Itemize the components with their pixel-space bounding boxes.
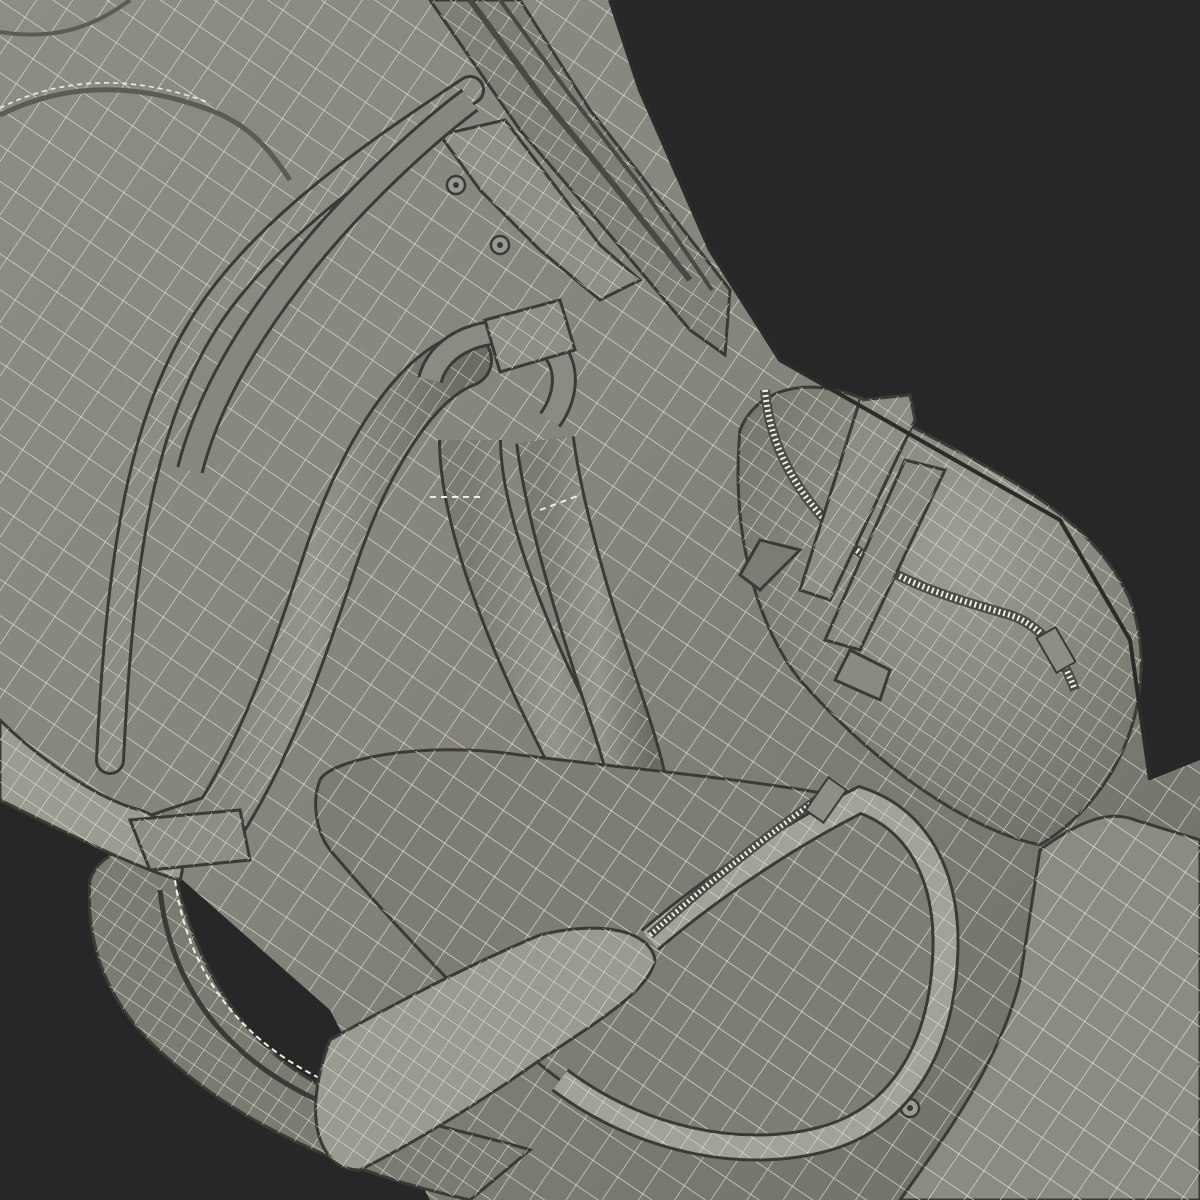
strap-joint <box>127 808 252 872</box>
rivet-icon <box>489 234 511 256</box>
render-viewport <box>0 0 1200 1200</box>
golf-bag-wireframe-render <box>0 0 1200 1200</box>
rivet-icon <box>445 174 467 196</box>
